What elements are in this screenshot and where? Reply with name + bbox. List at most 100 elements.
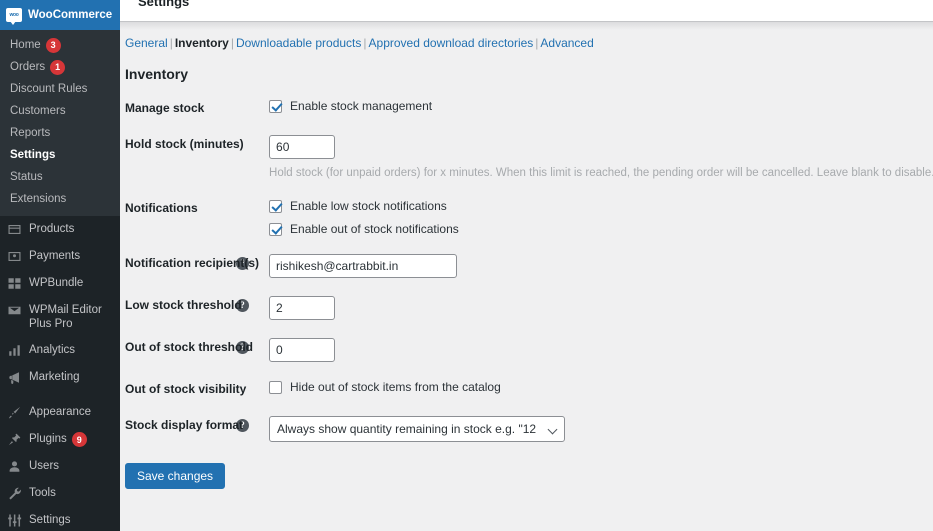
- section-title: Inventory: [125, 66, 189, 82]
- sidebar-subitem-customers[interactable]: Customers: [0, 100, 120, 122]
- tab-approved-download-directories[interactable]: Approved download directories: [369, 36, 534, 50]
- sidebar-subitem-home[interactable]: Home 3: [0, 34, 120, 56]
- out-of-stock-threshold-control: [269, 329, 933, 371]
- sidebar-subitem-status[interactable]: Status: [0, 166, 120, 188]
- sidebar-item-products[interactable]: Products: [0, 216, 120, 243]
- sidebar-item-label: Users: [29, 460, 60, 472]
- notifications-label: Notifications: [125, 201, 198, 215]
- sidebar-item-settings[interactable]: Settings: [0, 507, 120, 531]
- tab-general[interactable]: General: [125, 36, 168, 50]
- notification-recipients-control: [269, 245, 933, 287]
- sidebar-subitem-label: Orders: [10, 61, 46, 73]
- sidebar-woocommerce-label: WooCommerce: [28, 9, 113, 21]
- tab-inventory[interactable]: Inventory: [175, 36, 229, 50]
- enable-stock-management-checkbox[interactable]: [269, 99, 283, 113]
- enable-low-stock-notifications-checkbox[interactable]: [269, 199, 283, 213]
- plug-icon: [7, 432, 22, 447]
- tab-advanced[interactable]: Advanced: [540, 36, 593, 50]
- sidebar-subitem-label: Reports: [10, 127, 51, 139]
- settings-sliders-icon: [7, 513, 22, 528]
- form-row-out-of-stock-visibility: Out of stock visibility Hide out of stoc…: [120, 371, 933, 407]
- sidebar-item-woocommerce[interactable]: woo WooCommerce: [0, 0, 120, 30]
- notification-recipients-label-text: Notification recipient(s): [125, 256, 260, 270]
- hold-stock-label: Hold stock (minutes): [125, 137, 244, 151]
- sidebar-subitem-label: Home: [10, 39, 41, 51]
- tab-separator: |: [363, 36, 367, 50]
- form-row-manage-stock: Manage stock Enable stock management: [120, 90, 933, 126]
- enable-low-stock-notifications-label: Enable low stock notifications: [290, 199, 447, 213]
- form-row-hold-stock: Hold stock (minutes) Hold stock (for unp…: [120, 126, 933, 190]
- sidebar-subitem-orders[interactable]: Orders 1: [0, 56, 120, 78]
- notification-recipients-input[interactable]: [269, 254, 458, 278]
- save-changes-button[interactable]: Save changes: [125, 463, 226, 489]
- admin-sidebar: woo WooCommerce Home 3 Orders 1 Discount…: [0, 0, 120, 531]
- stock-display-format-select-wrap: Always show quantity remaining in stock …: [269, 416, 566, 442]
- sidebar-item-wpbundle[interactable]: WPBundle: [0, 270, 120, 297]
- enable-out-of-stock-notifications-label: Enable out of stock notifications: [290, 222, 459, 236]
- sidebar-item-marketing[interactable]: Marketing: [0, 364, 120, 391]
- enable-stock-management-checkbox-row[interactable]: Enable stock management: [269, 99, 933, 113]
- hold-stock-input[interactable]: [269, 135, 336, 159]
- stock-display-format-select[interactable]: Always show quantity remaining in stock …: [269, 416, 566, 442]
- low-stock-threshold-label: ? Low stock threshold: [120, 287, 269, 329]
- envelope-icon: [7, 303, 22, 318]
- sidebar-subitem-extensions[interactable]: Extensions: [0, 188, 120, 210]
- tab-downloadable-products[interactable]: Downloadable products: [236, 36, 361, 50]
- tab-separator: |: [230, 36, 234, 50]
- sidebar-item-tools[interactable]: Tools: [0, 480, 120, 507]
- woocommerce-submenu: Home 3 Orders 1 Discount Rules Customers…: [0, 30, 120, 216]
- page-title: Settings: [138, 0, 190, 9]
- user-icon: [7, 459, 22, 474]
- out-of-stock-threshold-label: ? Out of stock threshold: [120, 329, 269, 371]
- sidebar-subitem-settings[interactable]: Settings: [0, 144, 120, 166]
- low-stock-threshold-input[interactable]: [269, 296, 336, 320]
- sidebar-item-plugins[interactable]: Plugins 9: [0, 426, 120, 453]
- tab-separator: |: [169, 36, 173, 50]
- hide-out-of-stock-items-row[interactable]: Hide out of stock items from the catalog: [269, 380, 933, 394]
- notifications-control: Enable low stock notifications Enable ou…: [269, 190, 933, 245]
- sidebar-item-label: Appearance: [29, 406, 92, 418]
- out-of-stock-visibility-label: Out of stock visibility: [125, 382, 247, 396]
- stock-display-format-control: Always show quantity remaining in stock …: [269, 407, 933, 451]
- notification-recipients-label: ? Notification recipient(s): [120, 245, 269, 287]
- megaphone-icon: [7, 370, 22, 385]
- form-row-notification-recipients: ? Notification recipient(s): [120, 245, 933, 287]
- sidebar-item-label: Tools: [29, 487, 56, 499]
- form-row-out-of-stock-threshold: ? Out of stock threshold: [120, 329, 933, 371]
- hold-stock-control: Hold stock (for unpaid orders) for x min…: [269, 126, 933, 190]
- form-row-notifications: Notifications Enable low stock notificat…: [120, 190, 933, 245]
- settings-tab-nav: General | Inventory | Downloadable products |…: [120, 30, 933, 52]
- low-stock-threshold-label-text: Low stock threshold: [125, 298, 242, 312]
- sidebar-item-analytics[interactable]: Analytics: [0, 337, 120, 364]
- out-of-stock-threshold-input[interactable]: [269, 338, 336, 362]
- page-header: Settings: [120, 0, 933, 22]
- sidebar-item-label: Settings: [29, 514, 71, 526]
- bar-chart-icon: [7, 343, 22, 358]
- wrench-icon: [7, 486, 22, 501]
- sidebar-item-payments[interactable]: Payments: [0, 243, 120, 270]
- sidebar-subitem-discount-rules[interactable]: Discount Rules: [0, 78, 120, 100]
- sidebar-item-users[interactable]: Users: [0, 453, 120, 480]
- sidebar-item-label: Plugins: [29, 433, 67, 445]
- sidebar-item-appearance[interactable]: Appearance: [0, 399, 120, 426]
- low-stock-notifications-row[interactable]: Enable low stock notifications: [269, 199, 933, 213]
- stock-display-format-label: ? Stock display format: [120, 407, 269, 451]
- enable-out-of-stock-notifications-checkbox[interactable]: [269, 222, 283, 236]
- hide-out-of-stock-items-checkbox[interactable]: [269, 380, 283, 394]
- out-of-stock-visibility-control: Hide out of stock items from the catalog: [269, 371, 933, 407]
- low-stock-threshold-control: [269, 287, 933, 329]
- sidebar-subitem-label: Status: [10, 171, 43, 183]
- hide-out-of-stock-items-label: Hide out of stock items from the catalog: [290, 380, 501, 394]
- products-icon: [7, 222, 22, 237]
- sidebar-subitem-label: Customers: [10, 105, 66, 117]
- paintbrush-icon: [7, 405, 22, 420]
- content-area: Settings General | Inventory | Downloadable …: [120, 0, 933, 531]
- out-of-stock-notifications-row[interactable]: Enable out of stock notifications: [269, 222, 933, 236]
- sidebar-item-label: WPMail Editor Plus Pro: [29, 304, 102, 330]
- woocommerce-logo-icon: woo: [6, 8, 22, 25]
- orders-count-badge: 1: [50, 59, 66, 75]
- plugins-count-badge: 9: [71, 432, 87, 447]
- sidebar-item-label: Products: [29, 223, 75, 235]
- sidebar-subitem-reports[interactable]: Reports: [0, 122, 120, 144]
- sidebar-item-wpmail-editor-plus-pro[interactable]: WPMail Editor Plus Pro: [0, 297, 120, 337]
